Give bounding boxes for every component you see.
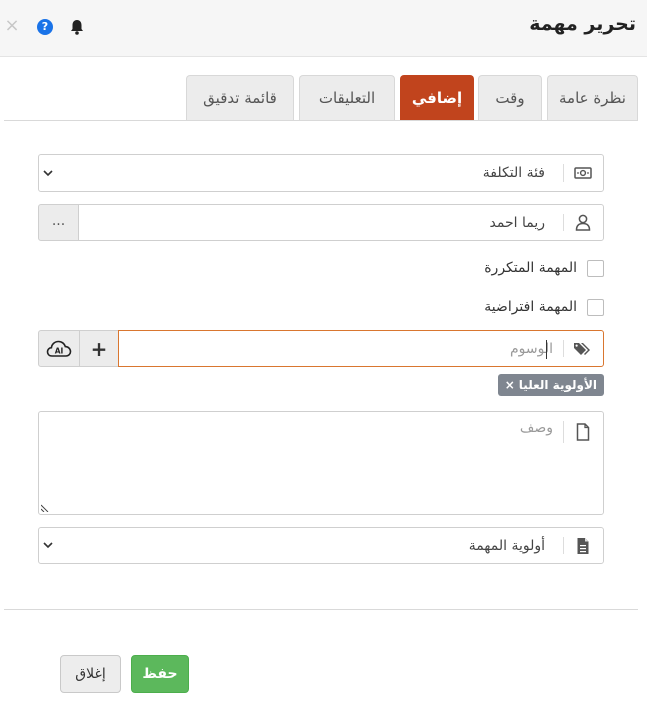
tab-comments[interactable]: التعليقات <box>299 75 395 120</box>
field-divider <box>563 340 564 357</box>
cost-category-value: فئة التكلفة <box>482 165 545 181</box>
assignee-field[interactable]: ريما احمد <box>78 204 604 241</box>
resize-grip-icon[interactable] <box>41 504 49 512</box>
tag-chip: الأولوية العليا × <box>497 374 604 396</box>
recurring-task-checkbox[interactable] <box>587 259 604 277</box>
add-tag-button[interactable]: + <box>79 330 119 367</box>
tabs-divider <box>4 120 638 121</box>
tags-field <box>118 330 604 367</box>
file-icon <box>563 421 603 443</box>
field-divider <box>563 421 564 443</box>
bell-icon[interactable] <box>68 18 86 36</box>
close-icon[interactable]: × <box>4 14 20 38</box>
assignee-value: ريما احمد <box>489 214 545 231</box>
tags-icon <box>563 331 603 366</box>
chevron-down-icon <box>43 155 53 191</box>
priority-value: أولوية المهمة <box>468 537 545 554</box>
close-button[interactable]: إغلاق <box>60 655 121 693</box>
modal-header: × ? تحرير مهمة <box>0 0 647 57</box>
tag-chip-label: الأولوية العليا <box>518 378 597 392</box>
virtual-task-label: المهمة افتراضية <box>484 299 577 315</box>
tags-input[interactable] <box>133 337 553 361</box>
field-divider <box>563 214 564 231</box>
virtual-task-checkbox[interactable] <box>587 298 604 316</box>
recurring-task-row[interactable]: المهمة المتكررة <box>484 258 604 278</box>
recurring-task-label: المهمة المتكررة <box>484 260 577 276</box>
description-field <box>38 411 604 515</box>
assignee-more-button[interactable]: ... <box>38 204 79 241</box>
ai-cloud-icon: AI <box>46 340 72 357</box>
document-icon <box>563 528 603 563</box>
chevron-down-icon <box>43 528 53 563</box>
priority-select[interactable]: أولوية المهمة <box>38 527 604 564</box>
save-button[interactable]: حفظ <box>131 655 189 693</box>
field-divider <box>563 164 564 182</box>
remove-tag-icon[interactable]: × <box>505 374 515 396</box>
cost-category-select[interactable]: فئة التكلفة <box>38 154 604 192</box>
tab-time[interactable]: وقت <box>478 75 542 120</box>
virtual-task-row[interactable]: المهمة افتراضية <box>484 297 604 317</box>
tab-checklist[interactable]: قائمة تدقيق <box>186 75 294 120</box>
footer-divider <box>4 609 638 610</box>
user-icon <box>563 205 603 240</box>
description-textarea[interactable] <box>53 420 553 500</box>
field-divider <box>563 537 564 554</box>
tab-bar: نظرة عامة وقت إضافي التعليقات قائمة تدقي… <box>0 75 647 121</box>
money-icon <box>563 155 603 191</box>
ai-tags-button[interactable]: AI <box>38 330 80 367</box>
tab-extra[interactable]: إضافي <box>400 75 474 120</box>
svg-text:AI: AI <box>55 346 64 355</box>
text-caret <box>546 340 547 359</box>
help-icon[interactable]: ? <box>37 19 53 35</box>
tab-overview[interactable]: نظرة عامة <box>547 75 638 120</box>
modal-title: تحرير مهمة <box>529 13 636 35</box>
